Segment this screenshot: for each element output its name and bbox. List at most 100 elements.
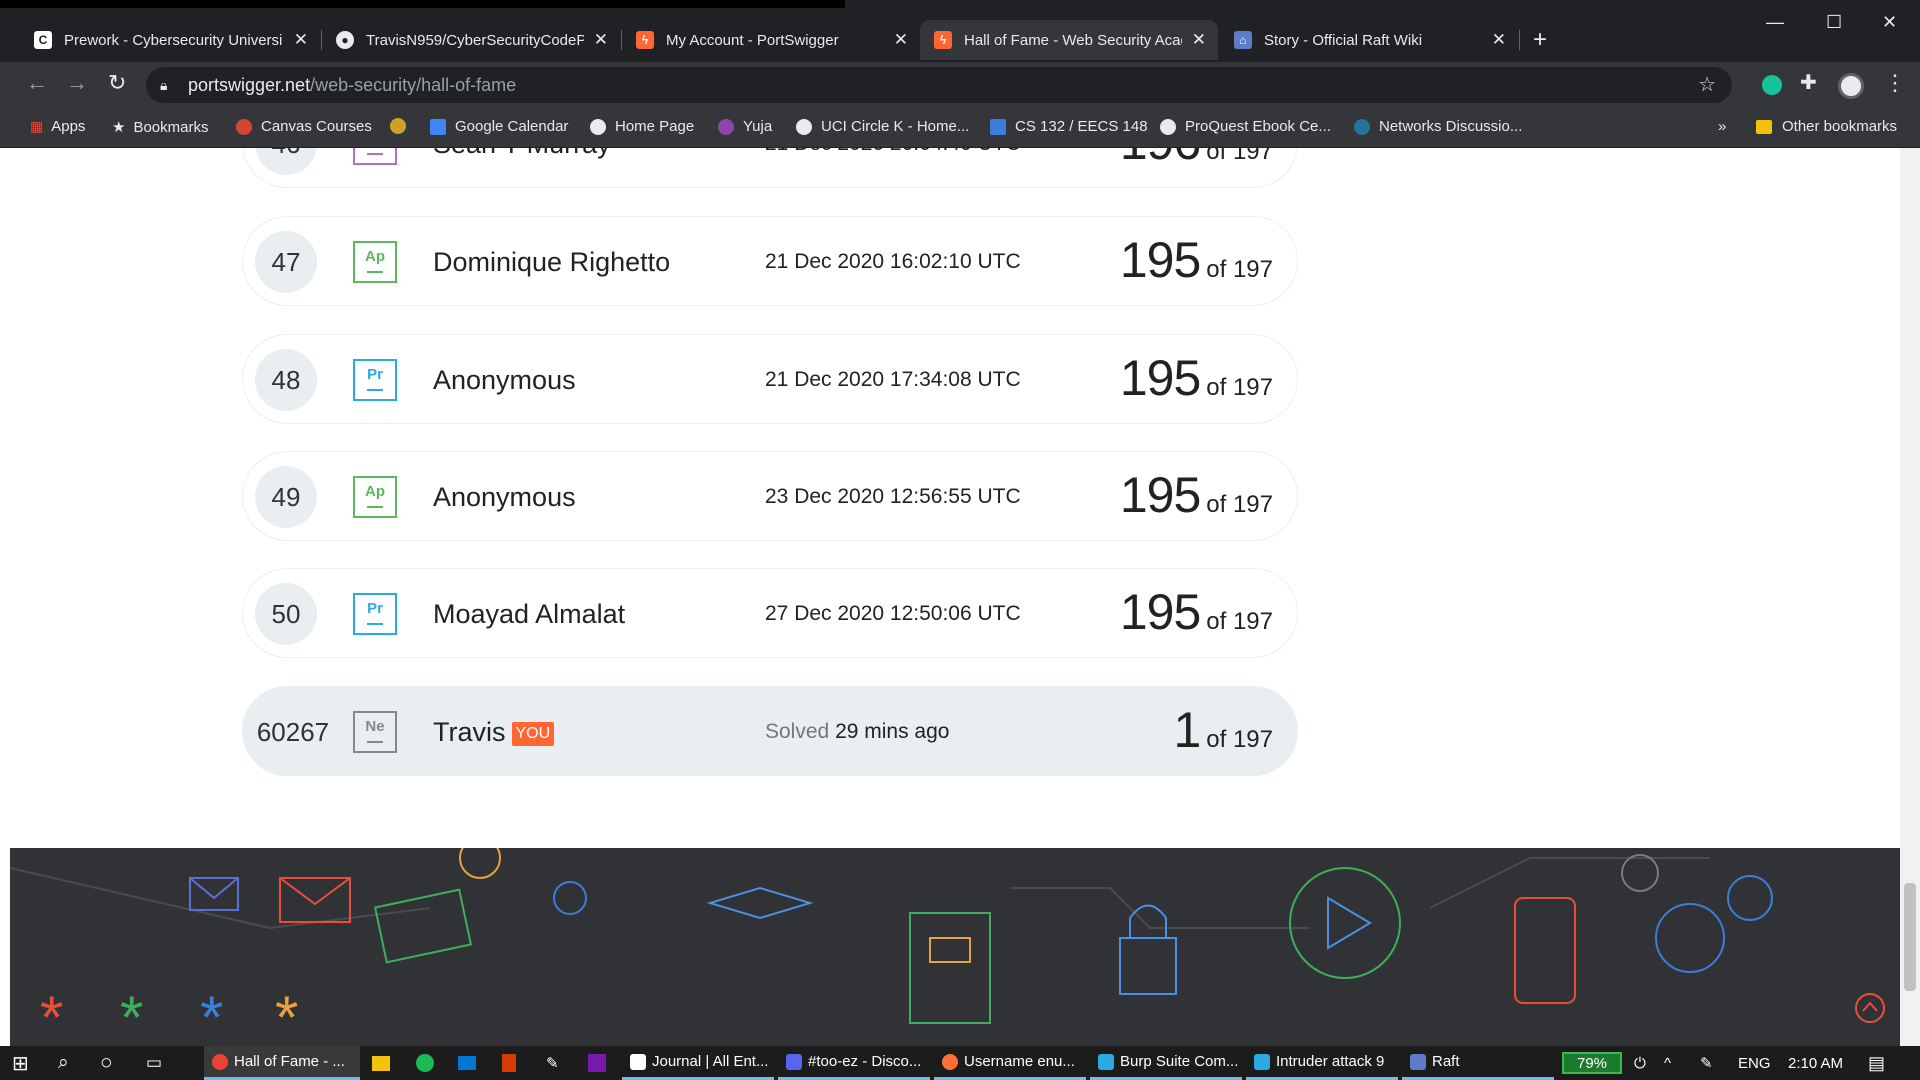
language-indicator[interactable]: ENG bbox=[1738, 1046, 1771, 1080]
player-name: Dominique Righetto bbox=[433, 247, 671, 277]
bookmark-proquest[interactable]: ProQuest Ebook Ce... bbox=[1160, 118, 1331, 135]
apps-grid-icon: ▦ bbox=[30, 118, 44, 134]
battery-indicator[interactable]: 79% bbox=[1562, 1052, 1622, 1074]
task-view-icon[interactable]: ▭ bbox=[146, 1046, 162, 1080]
tab-raft-wiki[interactable]: ⌂ Story - Official Raft Wiki ✕ bbox=[1220, 20, 1518, 60]
player-name: Sean T Murray bbox=[433, 148, 611, 160]
score: 195 of 197 bbox=[1119, 350, 1273, 406]
leaderboard-row-partial: 46 Pr Sean T Murray 21 Dec 2020 20:04:40… bbox=[242, 148, 1298, 188]
notification-icon[interactable]: ▤ bbox=[1868, 1046, 1885, 1080]
tab-title: Story - Official Raft Wiki bbox=[1264, 31, 1423, 49]
tab-prework[interactable]: C Prework - Cybersecurity Universit ✕ bbox=[20, 20, 320, 60]
taskbar-app-discord[interactable]: #too-ez - Disco... bbox=[778, 1046, 930, 1080]
book-icon bbox=[909, 912, 991, 1024]
tab-github[interactable]: ● TravisN959/CyberSecurityCodePa ✕ bbox=[322, 20, 620, 60]
completion-date: 21 Dec 2020 16:02:10 UTC bbox=[765, 250, 1021, 273]
footer-illustration: * * * * bbox=[10, 848, 1885, 1046]
canvas-icon bbox=[236, 118, 252, 135]
menu-icon[interactable]: ⋮ bbox=[1884, 70, 1906, 96]
firefox-icon bbox=[942, 1053, 958, 1070]
close-icon[interactable]: ✕ bbox=[594, 30, 608, 50]
maximize-icon[interactable]: ☐ bbox=[1826, 12, 1842, 33]
folder-icon bbox=[1756, 119, 1772, 134]
solved-time: Solved 29 mins ago bbox=[765, 720, 950, 743]
bookmarks-overflow[interactable]: » bbox=[1718, 118, 1726, 135]
close-icon[interactable]: ✕ bbox=[294, 30, 308, 50]
svg-text:*: * bbox=[120, 984, 143, 1046]
page-scrollbar[interactable] bbox=[1900, 148, 1920, 1046]
yuja-icon bbox=[718, 118, 734, 135]
site-icon bbox=[390, 118, 406, 134]
cortana-icon[interactable]: ○ bbox=[100, 1046, 113, 1080]
url-input[interactable]: 🔒︎ portswigger.net/web-security/hall-of-… bbox=[146, 67, 1732, 103]
bookmark-yuja[interactable]: Yuja bbox=[718, 118, 772, 135]
completion-date: 21 Dec 2020 17:34:08 UTC bbox=[765, 368, 1021, 391]
taskbar-app-notion[interactable]: Journal | All Ent... bbox=[622, 1046, 774, 1080]
bookmark-circle-k[interactable]: UCI Circle K - Home... bbox=[796, 118, 969, 135]
portswigger-icon: ϟ bbox=[636, 31, 654, 49]
taskbar-app-burp[interactable]: Burp Suite Com... bbox=[1090, 1046, 1242, 1080]
lock-icon: 🔒︎ bbox=[160, 77, 168, 93]
tab-my-account[interactable]: ϟ My Account - PortSwigger ✕ bbox=[622, 20, 920, 60]
bookmark-unnamed[interactable] bbox=[390, 118, 415, 134]
close-icon[interactable]: ✕ bbox=[894, 30, 908, 50]
taskbar-app-chrome[interactable]: Hall of Fame - ... bbox=[204, 1046, 360, 1080]
search-icon[interactable]: ⌕ bbox=[58, 1046, 69, 1080]
wordpress-icon bbox=[1354, 118, 1370, 135]
calendar-icon bbox=[430, 118, 446, 135]
reload-icon[interactable]: ↻ bbox=[108, 70, 126, 96]
clock[interactable]: 2:10 AM bbox=[1788, 1046, 1843, 1080]
bookmark-google-calendar[interactable]: Google Calendar bbox=[430, 118, 568, 135]
taskbar-app-intruder[interactable]: Intruder attack 9 bbox=[1246, 1046, 1398, 1080]
close-icon[interactable]: ✕ bbox=[1192, 30, 1206, 50]
discord-icon bbox=[786, 1053, 802, 1070]
windows-taskbar: ⊞ ⌕ ○ ▭ Hall of Fame - ... ✎ Journal | A… bbox=[0, 1046, 1920, 1080]
scrollbar-thumb[interactable] bbox=[1904, 883, 1916, 991]
taskbar-app-firefox[interactable]: Username enu... bbox=[934, 1046, 1086, 1080]
chevron-up-icon[interactable]: ^ bbox=[1664, 1046, 1671, 1080]
bookmark-canvas[interactable]: Canvas Courses bbox=[236, 118, 372, 135]
rank-number: 46 bbox=[255, 148, 317, 175]
star-icon[interactable]: ☆ bbox=[1698, 67, 1716, 103]
pen-workspace-icon[interactable]: ✎ bbox=[1700, 1046, 1713, 1080]
bookmark-home-page[interactable]: Home Page bbox=[590, 118, 694, 135]
tab-title: Hall of Fame - Web Security Acad bbox=[964, 31, 1182, 49]
extensions-icon[interactable]: ✚ bbox=[1800, 70, 1817, 95]
bookmark-networks[interactable]: Networks Discussio... bbox=[1354, 118, 1522, 135]
tab-hall-of-fame[interactable]: ϟ Hall of Fame - Web Security Acad ✕ bbox=[920, 20, 1218, 60]
office-icon[interactable] bbox=[502, 1046, 516, 1080]
close-icon[interactable]: ✕ bbox=[1492, 30, 1506, 50]
score: 195 of 197 bbox=[1119, 584, 1273, 640]
score: 195 of 197 bbox=[1119, 467, 1273, 523]
gear-icon bbox=[1727, 875, 1773, 921]
chrome-icon bbox=[212, 1053, 228, 1070]
tab-title: Prework - Cybersecurity Universit bbox=[64, 31, 282, 49]
apprentice-badge-icon: Ap bbox=[353, 476, 397, 518]
bookmark-cs132[interactable]: CS 132 / EECS 148 bbox=[990, 118, 1148, 135]
onenote-icon[interactable] bbox=[588, 1046, 606, 1080]
play-icon bbox=[1289, 867, 1401, 979]
lock-icon bbox=[1119, 937, 1177, 995]
file-explorer-icon[interactable] bbox=[372, 1046, 390, 1080]
window-close-icon[interactable]: ✕ bbox=[1882, 12, 1897, 33]
start-icon[interactable]: ⊞ bbox=[12, 1046, 29, 1080]
grammarly-icon[interactable] bbox=[1762, 75, 1782, 95]
forward-icon[interactable]: → bbox=[66, 70, 88, 96]
completion-date: 27 Dec 2020 12:50:06 UTC bbox=[765, 602, 1021, 625]
other-bookmarks[interactable]: Other bookmarks bbox=[1756, 118, 1897, 135]
spotify-icon[interactable] bbox=[416, 1046, 434, 1080]
bookmark-bookmarks[interactable]: ★ Bookmarks bbox=[112, 118, 208, 137]
minimize-icon[interactable]: — bbox=[1766, 12, 1784, 33]
bookmark-apps[interactable]: ▦ Apps bbox=[30, 118, 85, 135]
leaderboard-row: 48 Pr Anonymous 21 Dec 2020 17:34:08 UTC… bbox=[242, 334, 1298, 424]
new-tab-button[interactable]: + bbox=[1533, 26, 1547, 54]
pen-icon[interactable]: ✎ bbox=[546, 1046, 559, 1080]
rank-number: 48 bbox=[255, 349, 317, 411]
back-icon[interactable]: ← bbox=[26, 70, 48, 96]
tab-bar-edge bbox=[0, 0, 845, 8]
power-plug-icon[interactable]: ⏻ bbox=[1634, 1046, 1646, 1080]
taskbar-app-raft[interactable]: Raft bbox=[1402, 1046, 1554, 1080]
mail-icon[interactable] bbox=[458, 1046, 476, 1080]
avatar[interactable] bbox=[1838, 73, 1864, 99]
globe-icon bbox=[796, 118, 812, 135]
